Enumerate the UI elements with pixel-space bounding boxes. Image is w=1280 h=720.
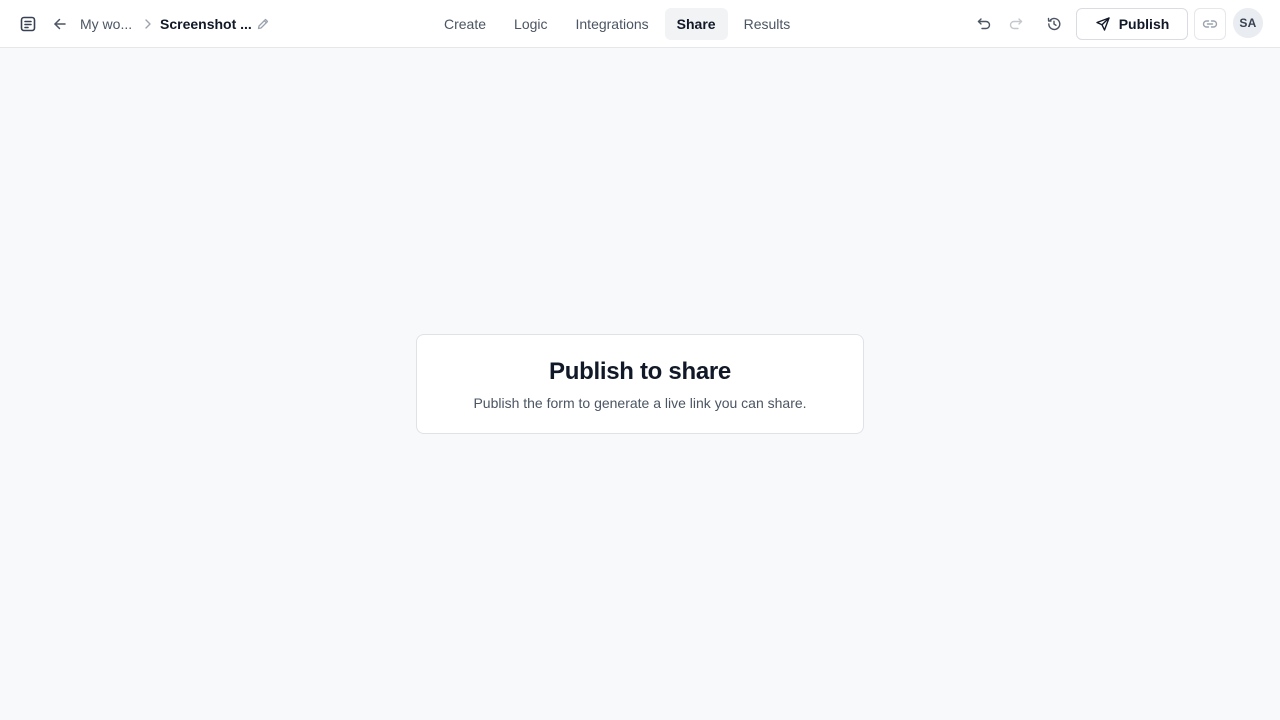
breadcrumb-current: Screenshot ... [160, 16, 252, 32]
tab-results[interactable]: Results [732, 8, 803, 40]
publish-button[interactable]: Publish [1076, 8, 1188, 40]
avatar[interactable]: SA [1233, 8, 1263, 38]
tab-share[interactable]: Share [664, 8, 728, 40]
tab-create[interactable]: Create [432, 8, 498, 40]
top-bar: My wo... Screenshot ... Create Logic Int… [0, 0, 1280, 48]
card-title: Publish to share [549, 358, 731, 385]
pencil-icon[interactable] [251, 12, 275, 36]
copy-link-button[interactable] [1194, 8, 1226, 40]
back-arrow-icon[interactable] [48, 12, 72, 36]
publish-to-share-card: Publish to share Publish the form to gen… [416, 334, 864, 434]
link-icon [1202, 16, 1218, 32]
chevron-right-icon [142, 16, 154, 37]
publish-label: Publish [1118, 16, 1170, 32]
undo-icon[interactable] [972, 12, 996, 36]
card-subtitle: Publish the form to generate a live link… [473, 395, 807, 411]
breadcrumb-parent[interactable]: My wo... [80, 14, 132, 34]
redo-icon[interactable] [1004, 12, 1028, 36]
main-tabs: Create Logic Integrations Share Results [432, 8, 806, 40]
form-logo-icon[interactable] [16, 12, 40, 36]
tab-logic[interactable]: Logic [502, 8, 559, 40]
tab-integrations[interactable]: Integrations [564, 8, 661, 40]
history-icon[interactable] [1042, 12, 1066, 36]
send-icon [1095, 16, 1111, 32]
